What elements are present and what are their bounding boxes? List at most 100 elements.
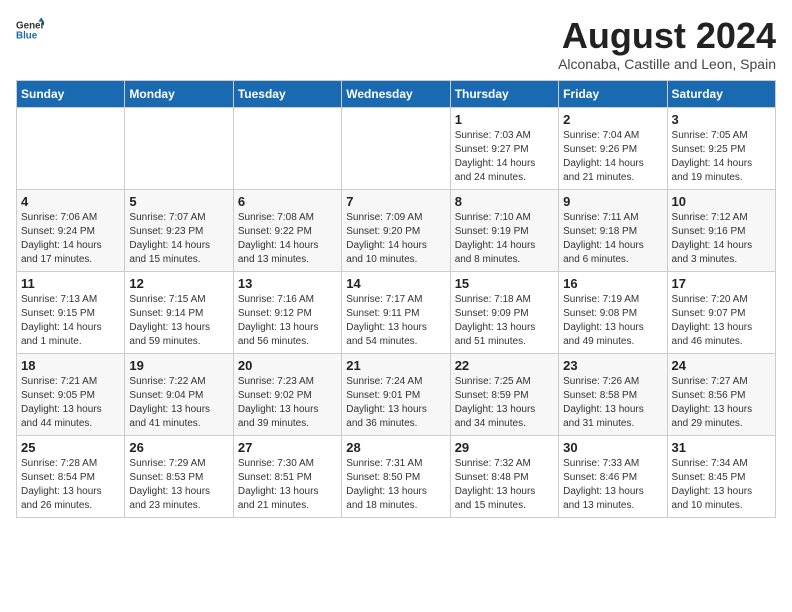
calendar-table: SundayMondayTuesdayWednesdayThursdayFrid… bbox=[16, 80, 776, 518]
page-header: General Blue August 2024 Alconaba, Casti… bbox=[16, 16, 776, 72]
day-info: Sunrise: 7:08 AM Sunset: 9:22 PM Dayligh… bbox=[238, 211, 337, 267]
day-info: Sunrise: 7:27 AM Sunset: 8:56 PM Dayligh… bbox=[672, 375, 771, 431]
day-info: Sunrise: 7:21 AM Sunset: 9:05 PM Dayligh… bbox=[21, 375, 120, 431]
day-number: 22 bbox=[455, 358, 554, 373]
calendar-week-row: 18 Sunrise: 7:21 AM Sunset: 9:05 PM Dayli… bbox=[17, 353, 776, 435]
calendar-day-2: 2 Sunrise: 7:04 AM Sunset: 9:26 PM Daylig… bbox=[559, 107, 667, 189]
calendar-day-4: 4Sunrise: 7:06 AM Sunset: 9:24 PM Daylig… bbox=[17, 189, 125, 271]
day-number: 21 bbox=[346, 358, 445, 373]
empty-cell bbox=[233, 107, 341, 189]
day-number: 12 bbox=[129, 276, 228, 291]
day-number: 25 bbox=[21, 440, 120, 455]
day-number: 2 bbox=[563, 112, 662, 127]
day-number: 4 bbox=[21, 194, 120, 209]
day-number: 14 bbox=[346, 276, 445, 291]
calendar-day-26: 26Sunrise: 7:29 AM Sunset: 8:53 PM Dayli… bbox=[125, 435, 233, 517]
calendar-week-row: 1 Sunrise: 7:03 AM Sunset: 9:27 PM Daylig… bbox=[17, 107, 776, 189]
calendar-day-28: 28Sunrise: 7:31 AM Sunset: 8:50 PM Dayli… bbox=[342, 435, 450, 517]
day-number: 28 bbox=[346, 440, 445, 455]
day-info: Sunrise: 7:18 AM Sunset: 9:09 PM Dayligh… bbox=[455, 293, 554, 349]
day-number: 10 bbox=[672, 194, 771, 209]
calendar-day-17: 17 Sunrise: 7:20 AM Sunset: 9:07 PM Dayli… bbox=[667, 271, 775, 353]
calendar-day-7: 7 Sunrise: 7:09 AM Sunset: 9:20 PM Daylig… bbox=[342, 189, 450, 271]
calendar-day-29: 29 Sunrise: 7:32 AM Sunset: 8:48 PM Dayli… bbox=[450, 435, 558, 517]
day-info: Sunrise: 7:10 AM Sunset: 9:19 PM Dayligh… bbox=[455, 211, 554, 267]
day-number: 11 bbox=[21, 276, 120, 291]
day-info: Sunrise: 7:04 AM Sunset: 9:26 PM Dayligh… bbox=[563, 129, 662, 185]
day-info: Sunrise: 7:11 AM Sunset: 9:18 PM Dayligh… bbox=[563, 211, 662, 267]
weekday-header-sunday: Sunday bbox=[17, 80, 125, 107]
calendar-day-5: 5 Sunrise: 7:07 AM Sunset: 9:23 PM Daylig… bbox=[125, 189, 233, 271]
calendar-day-8: 8Sunrise: 7:10 AM Sunset: 9:19 PM Daylig… bbox=[450, 189, 558, 271]
calendar-day-9: 9 Sunrise: 7:11 AM Sunset: 9:18 PM Daylig… bbox=[559, 189, 667, 271]
day-number: 9 bbox=[563, 194, 662, 209]
calendar-day-12: 12 Sunrise: 7:15 AM Sunset: 9:14 PM Dayli… bbox=[125, 271, 233, 353]
day-info: Sunrise: 7:33 AM Sunset: 8:46 PM Dayligh… bbox=[563, 457, 662, 513]
day-info: Sunrise: 7:17 AM Sunset: 9:11 PM Dayligh… bbox=[346, 293, 445, 349]
day-info: Sunrise: 7:15 AM Sunset: 9:14 PM Dayligh… bbox=[129, 293, 228, 349]
day-info: Sunrise: 7:12 AM Sunset: 9:16 PM Dayligh… bbox=[672, 211, 771, 267]
calendar-day-21: 21 Sunrise: 7:24 AM Sunset: 9:01 PM Dayli… bbox=[342, 353, 450, 435]
day-number: 17 bbox=[672, 276, 771, 291]
day-info: Sunrise: 7:20 AM Sunset: 9:07 PM Dayligh… bbox=[672, 293, 771, 349]
calendar-day-6: 6Sunrise: 7:08 AM Sunset: 9:22 PM Daylig… bbox=[233, 189, 341, 271]
weekday-header-tuesday: Tuesday bbox=[233, 80, 341, 107]
calendar-day-14: 14 Sunrise: 7:17 AM Sunset: 9:11 PM Dayli… bbox=[342, 271, 450, 353]
day-info: Sunrise: 7:32 AM Sunset: 8:48 PM Dayligh… bbox=[455, 457, 554, 513]
day-info: Sunrise: 7:05 AM Sunset: 9:25 PM Dayligh… bbox=[672, 129, 771, 185]
day-number: 5 bbox=[129, 194, 228, 209]
weekday-header-friday: Friday bbox=[559, 80, 667, 107]
calendar-day-16: 16Sunrise: 7:19 AM Sunset: 9:08 PM Dayli… bbox=[559, 271, 667, 353]
day-number: 18 bbox=[21, 358, 120, 373]
calendar-day-24: 24Sunrise: 7:27 AM Sunset: 8:56 PM Dayli… bbox=[667, 353, 775, 435]
empty-cell bbox=[342, 107, 450, 189]
calendar-day-15: 15Sunrise: 7:18 AM Sunset: 9:09 PM Dayli… bbox=[450, 271, 558, 353]
weekday-header-monday: Monday bbox=[125, 80, 233, 107]
day-number: 31 bbox=[672, 440, 771, 455]
day-number: 7 bbox=[346, 194, 445, 209]
day-info: Sunrise: 7:28 AM Sunset: 8:54 PM Dayligh… bbox=[21, 457, 120, 513]
calendar-day-20: 20 Sunrise: 7:23 AM Sunset: 9:02 PM Dayli… bbox=[233, 353, 341, 435]
day-info: Sunrise: 7:24 AM Sunset: 9:01 PM Dayligh… bbox=[346, 375, 445, 431]
weekday-header-wednesday: Wednesday bbox=[342, 80, 450, 107]
month-year-title: August 2024 bbox=[558, 16, 776, 56]
day-number: 20 bbox=[238, 358, 337, 373]
calendar-week-row: 11 Sunrise: 7:13 AM Sunset: 9:15 PM Dayli… bbox=[17, 271, 776, 353]
day-number: 3 bbox=[672, 112, 771, 127]
calendar-day-31: 31 Sunrise: 7:34 AM Sunset: 8:45 PM Dayli… bbox=[667, 435, 775, 517]
calendar-day-27: 27 Sunrise: 7:30 AM Sunset: 8:51 PM Dayli… bbox=[233, 435, 341, 517]
day-info: Sunrise: 7:03 AM Sunset: 9:27 PM Dayligh… bbox=[455, 129, 554, 185]
calendar-day-25: 25 Sunrise: 7:28 AM Sunset: 8:54 PM Dayli… bbox=[17, 435, 125, 517]
empty-cell bbox=[125, 107, 233, 189]
svg-text:Blue: Blue bbox=[16, 30, 38, 41]
logo: General Blue bbox=[16, 16, 44, 44]
empty-cell bbox=[17, 107, 125, 189]
logo-icon: General Blue bbox=[16, 16, 44, 44]
day-info: Sunrise: 7:07 AM Sunset: 9:23 PM Dayligh… bbox=[129, 211, 228, 267]
day-number: 26 bbox=[129, 440, 228, 455]
location-subtitle: Alconaba, Castille and Leon, Spain bbox=[558, 56, 776, 72]
day-info: Sunrise: 7:34 AM Sunset: 8:45 PM Dayligh… bbox=[672, 457, 771, 513]
calendar-day-3: 3 Sunrise: 7:05 AM Sunset: 9:25 PM Daylig… bbox=[667, 107, 775, 189]
day-info: Sunrise: 7:13 AM Sunset: 9:15 PM Dayligh… bbox=[21, 293, 120, 349]
day-number: 27 bbox=[238, 440, 337, 455]
calendar-day-11: 11 Sunrise: 7:13 AM Sunset: 9:15 PM Dayli… bbox=[17, 271, 125, 353]
day-number: 1 bbox=[455, 112, 554, 127]
calendar-day-19: 19Sunrise: 7:22 AM Sunset: 9:04 PM Dayli… bbox=[125, 353, 233, 435]
calendar-day-18: 18 Sunrise: 7:21 AM Sunset: 9:05 PM Dayli… bbox=[17, 353, 125, 435]
title-block: August 2024 Alconaba, Castille and Leon,… bbox=[558, 16, 776, 72]
calendar-day-30: 30 Sunrise: 7:33 AM Sunset: 8:46 PM Dayli… bbox=[559, 435, 667, 517]
day-info: Sunrise: 7:23 AM Sunset: 9:02 PM Dayligh… bbox=[238, 375, 337, 431]
day-info: Sunrise: 7:09 AM Sunset: 9:20 PM Dayligh… bbox=[346, 211, 445, 267]
calendar-day-10: 10 Sunrise: 7:12 AM Sunset: 9:16 PM Dayli… bbox=[667, 189, 775, 271]
day-info: Sunrise: 7:30 AM Sunset: 8:51 PM Dayligh… bbox=[238, 457, 337, 513]
day-info: Sunrise: 7:26 AM Sunset: 8:58 PM Dayligh… bbox=[563, 375, 662, 431]
day-info: Sunrise: 7:22 AM Sunset: 9:04 PM Dayligh… bbox=[129, 375, 228, 431]
day-number: 29 bbox=[455, 440, 554, 455]
day-info: Sunrise: 7:16 AM Sunset: 9:12 PM Dayligh… bbox=[238, 293, 337, 349]
weekday-header-saturday: Saturday bbox=[667, 80, 775, 107]
calendar-day-1: 1 Sunrise: 7:03 AM Sunset: 9:27 PM Daylig… bbox=[450, 107, 558, 189]
day-number: 30 bbox=[563, 440, 662, 455]
weekday-header-row: SundayMondayTuesdayWednesdayThursdayFrid… bbox=[17, 80, 776, 107]
calendar-week-row: 4Sunrise: 7:06 AM Sunset: 9:24 PM Daylig… bbox=[17, 189, 776, 271]
